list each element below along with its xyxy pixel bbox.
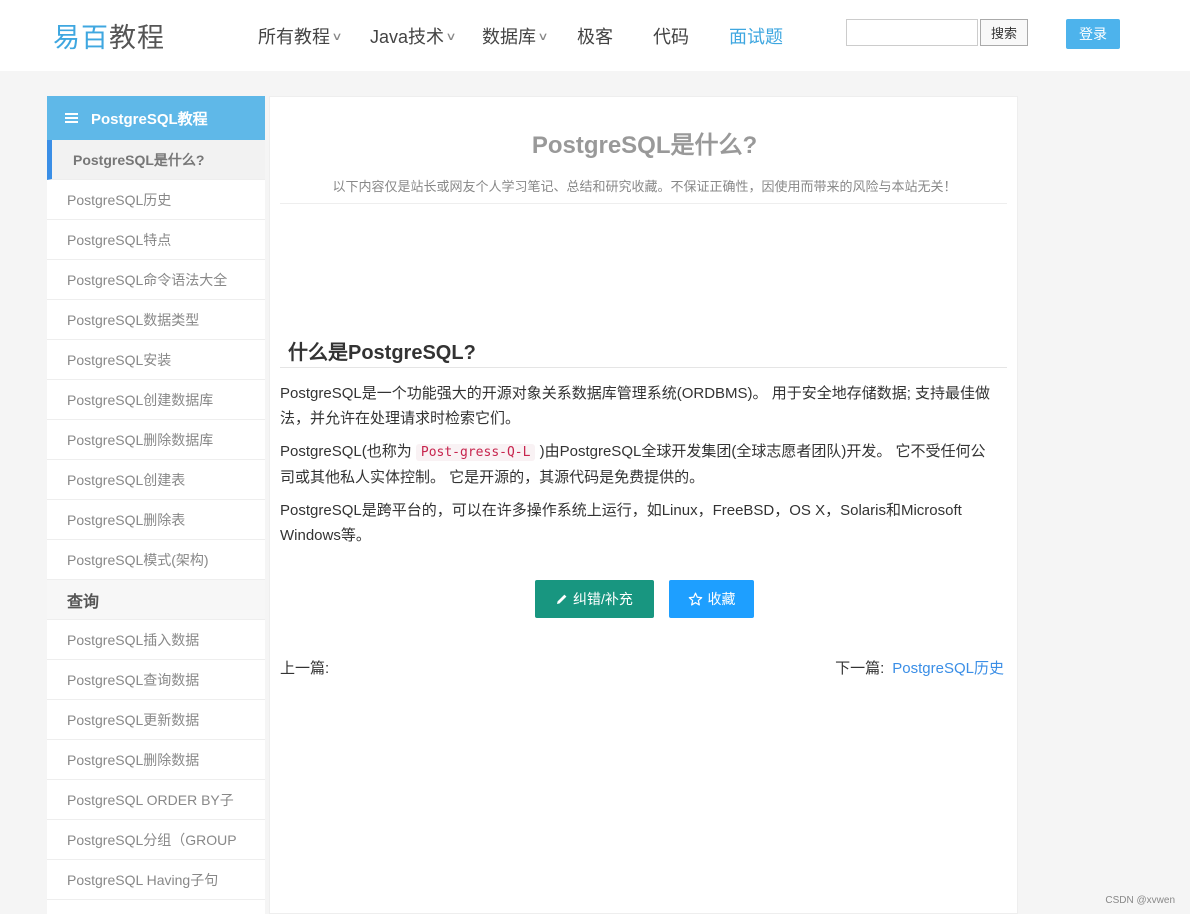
- nav-label: 面试题: [729, 27, 783, 47]
- sidebar-item[interactable]: PostgreSQL特点: [47, 220, 265, 260]
- inline-code: Post-gress-Q-L: [415, 444, 536, 461]
- sidebar-item[interactable]: PostgreSQL命令语法大全: [47, 260, 265, 300]
- prev-label: 上一篇:: [280, 660, 330, 677]
- sidebar-item[interactable]: PostgreSQL删除数据: [47, 740, 265, 780]
- site-header: 易百教程 所有教程 ∨ Java技术 ∨ 数据库 ∨ 极客 代码 面试题 搜索 登录: [0, 0, 1190, 71]
- tutorial-sidebar: PostgreSQL教程 PostgreSQL是什么? PostgreSQL历史…: [47, 96, 265, 914]
- list-icon: [65, 111, 78, 125]
- nav-label: Java技术: [370, 27, 445, 47]
- chevron-down-icon: ∨: [445, 30, 457, 43]
- sidebar-item[interactable]: PostgreSQL分组（GROUP: [47, 820, 265, 860]
- main-nav: 所有教程 ∨ Java技术 ∨ 数据库 ∨ 极客 代码 面试题: [258, 24, 783, 48]
- sidebar-item[interactable]: PostgreSQL Having子句: [47, 860, 265, 900]
- sidebar-item-current[interactable]: PostgreSQL是什么?: [47, 140, 265, 180]
- favorite-button-label: 收藏: [707, 591, 736, 607]
- sidebar-item[interactable]: PostgreSQL ORDER BY子: [47, 780, 265, 820]
- star-icon: [688, 592, 702, 606]
- correct-button-label: 纠错/补充: [573, 591, 633, 607]
- nav-database[interactable]: 数据库 ∨: [482, 24, 577, 48]
- search-button[interactable]: 搜索: [980, 19, 1028, 46]
- chevron-down-icon: ∨: [331, 30, 343, 43]
- nav-geek[interactable]: 极客: [577, 24, 653, 48]
- sidebar-item[interactable]: PostgreSQL删除表: [47, 500, 265, 540]
- paragraph-2-start: PostgreSQL(也称为: [280, 443, 416, 460]
- paragraph-3: PostgreSQL是跨平台的，可以在许多操作系统上运行，如Linux，Free…: [280, 502, 962, 544]
- logo-part2: 教程: [109, 23, 165, 53]
- sidebar-item[interactable]: PostgreSQL历史: [47, 180, 265, 220]
- paragraph-1: PostgreSQL是一个功能强大的开源对象关系数据库管理系统(ORDBMS)。…: [280, 385, 991, 427]
- nav-label: 极客: [577, 27, 613, 47]
- search-input[interactable]: [846, 19, 978, 46]
- sidebar-item[interactable]: PostgreSQL创建数据库: [47, 380, 265, 420]
- login-button[interactable]: 登录: [1066, 19, 1120, 49]
- sidebar-item[interactable]: PostgreSQL数据类型: [47, 300, 265, 340]
- nav-label: 数据库: [482, 27, 536, 47]
- correct-button[interactable]: 纠错/补充: [535, 580, 654, 618]
- divider: [280, 203, 1007, 204]
- next-label: 下一篇:: [835, 660, 885, 677]
- sidebar-title-label: PostgreSQL教程: [91, 110, 208, 128]
- favorite-button[interactable]: 收藏: [669, 580, 754, 618]
- paragraph-2: PostgreSQL(也称为 Post-gress-Q-L )由PostgreS…: [280, 439, 1000, 490]
- sidebar-item[interactable]: PostgreSQL查询数据: [47, 660, 265, 700]
- sidebar-item[interactable]: PostgreSQL删除数据库: [47, 420, 265, 460]
- page-title: PostgreSQL是什么?: [531, 132, 758, 159]
- logo-part1: 易百: [53, 23, 109, 53]
- chevron-down-icon: ∨: [537, 30, 549, 43]
- watermark: CSDN @xvwen: [1105, 895, 1175, 906]
- sidebar-item[interactable]: PostgreSQL创建表: [47, 460, 265, 500]
- section-heading: 什么是PostgreSQL?: [288, 342, 476, 364]
- nav-all-tutorials[interactable]: 所有教程 ∨: [258, 24, 370, 48]
- nav-code[interactable]: 代码: [653, 24, 729, 48]
- nav-label: 所有教程: [258, 27, 330, 47]
- site-logo[interactable]: 易百教程: [53, 16, 165, 55]
- sidebar-item[interactable]: PostgreSQL插入数据: [47, 620, 265, 660]
- article-content: PostgreSQL是什么? 以下内容仅是站长或网友个人学习笔记、总结和研究收藏…: [269, 96, 1018, 914]
- pencil-icon: [557, 594, 567, 604]
- sidebar-item[interactable]: PostgreSQL更新数据: [47, 700, 265, 740]
- next-article: 下一篇: PostgreSQL历史: [835, 657, 1004, 678]
- nav-interview[interactable]: 面试题: [729, 24, 783, 48]
- sidebar-title[interactable]: PostgreSQL教程: [47, 96, 265, 140]
- nav-label: 代码: [653, 27, 689, 47]
- next-article-link[interactable]: PostgreSQL历史: [892, 660, 1004, 677]
- prev-article: 上一篇:: [280, 657, 329, 678]
- sidebar-section-query: 查询: [47, 580, 265, 620]
- nav-java[interactable]: Java技术 ∨: [370, 24, 482, 48]
- sidebar-item[interactable]: PostgreSQL模式(架构): [47, 540, 265, 580]
- sidebar-item[interactable]: PostgreSQL安装: [47, 340, 265, 380]
- disclaimer-text: 以下内容仅是站长或网友个人学习笔记、总结和研究收藏。不保证正确性，因使用而带来的…: [332, 179, 957, 194]
- divider: [280, 367, 1007, 368]
